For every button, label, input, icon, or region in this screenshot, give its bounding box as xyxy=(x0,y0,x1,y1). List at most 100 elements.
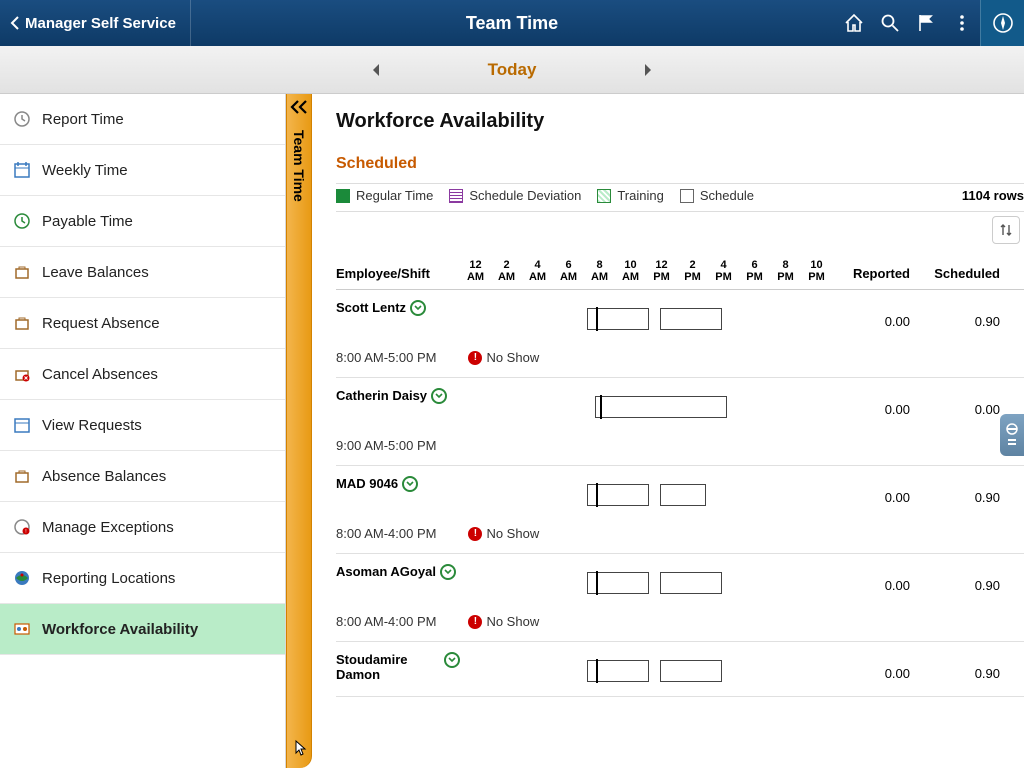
time-columns: 12AM2AM4AM6AM8AM10AM12PM2PM4PM6PM8PM10PM xyxy=(460,259,832,289)
grid-header: Employee/Shift 12AM2AM4AM6AM8AM10AM12PM2… xyxy=(336,212,1024,290)
menu-dots-icon[interactable] xyxy=(944,0,980,46)
sidebar-icon xyxy=(12,109,32,129)
bars-area xyxy=(460,392,832,420)
swatch-training-icon xyxy=(597,189,611,203)
sidebar-item-label: Cancel Absences xyxy=(42,366,158,383)
time-col-header: 4PM xyxy=(708,259,739,289)
schedule-bar xyxy=(660,660,722,682)
cursor-icon xyxy=(290,739,308,762)
sidebar-item-leave-balances[interactable]: Leave Balances xyxy=(0,247,285,298)
schedule-bar xyxy=(660,308,722,330)
time-col-header: 2AM xyxy=(491,259,522,289)
col-employee: Employee/Shift xyxy=(336,266,460,289)
row-action-icon[interactable] xyxy=(410,300,426,316)
schedule-bar xyxy=(587,308,649,330)
employee-name: Scott Lentz xyxy=(336,300,406,315)
sidebar-item-cancel-absences[interactable]: Cancel Absences xyxy=(0,349,285,400)
no-show-indicator: !No Show xyxy=(468,526,539,541)
sidebar-item-payable-time[interactable]: Payable Time xyxy=(0,196,285,247)
scheduled-value: 0.90 xyxy=(922,476,1012,508)
reported-value: 0.00 xyxy=(832,652,922,684)
time-col-header: 8PM xyxy=(770,259,801,289)
sidebar-icon: ! xyxy=(12,517,32,537)
schedule-bar xyxy=(587,484,649,506)
sidebar-item-view-requests[interactable]: View Requests xyxy=(0,400,285,451)
sidebar-item-label: Request Absence xyxy=(42,315,160,332)
sidebar-item-manage-exceptions[interactable]: ! Manage Exceptions xyxy=(0,502,285,553)
sidebar-item-label: Workforce Availability xyxy=(42,621,198,638)
side-panel-tab[interactable] xyxy=(1000,414,1024,456)
employee-row: Catherin Daisy0.000.009:00 AM-5:00 PM xyxy=(336,378,1024,466)
sidebar-item-label: Leave Balances xyxy=(42,264,149,281)
sidebar-item-absence-balances[interactable]: Absence Balances xyxy=(0,451,285,502)
alert-icon: ! xyxy=(468,615,482,629)
sidebar-icon xyxy=(12,415,32,435)
reported-value: 0.00 xyxy=(832,300,922,332)
collapse-rail[interactable]: Team Time xyxy=(286,94,312,768)
rows-count: 1104 rows xyxy=(962,188,1024,203)
page-title: Workforce Availability xyxy=(336,110,1024,133)
sidebar: Report TimeWeekly Time Payable Time Leave … xyxy=(0,94,286,768)
schedule-bar xyxy=(587,572,649,594)
scheduled-value: 0.90 xyxy=(922,300,1012,332)
row-action-icon[interactable] xyxy=(431,388,447,404)
compass-icon[interactable] xyxy=(980,0,1024,46)
sort-button[interactable] xyxy=(992,216,1020,244)
shift-text: 8:00 AM-4:00 PM xyxy=(336,526,436,541)
back-button[interactable]: Manager Self Service xyxy=(0,0,190,46)
divider xyxy=(190,0,191,46)
bars-area xyxy=(460,304,832,332)
sidebar-item-label: Payable Time xyxy=(42,213,133,230)
time-col-header: 2PM xyxy=(677,259,708,289)
schedule-bar xyxy=(660,484,706,506)
row-action-icon[interactable] xyxy=(402,476,418,492)
employee-name: Asoman AGoyal xyxy=(336,564,436,579)
legend-training: Training xyxy=(597,188,663,203)
prev-day-button[interactable] xyxy=(364,58,388,82)
sidebar-icon xyxy=(12,262,32,282)
sidebar-icon xyxy=(12,466,32,486)
employee-row: MAD 90460.000.908:00 AM-4:00 PM!No Show xyxy=(336,466,1024,554)
sidebar-icon xyxy=(12,619,32,639)
search-icon[interactable] xyxy=(872,0,908,46)
shift-text: 8:00 AM-5:00 PM xyxy=(336,350,436,365)
collapse-chevron-icon[interactable] xyxy=(289,100,309,117)
bars-area xyxy=(460,656,832,684)
swatch-deviation-icon xyxy=(449,189,463,203)
sidebar-item-weekly-time[interactable]: Weekly Time xyxy=(0,145,285,196)
data-rows: Scott Lentz0.000.908:00 AM-5:00 PM!No Sh… xyxy=(336,290,1024,697)
time-col-header: 4AM xyxy=(522,259,553,289)
alert-icon: ! xyxy=(468,351,482,365)
sidebar-item-workforce-availability[interactable]: Workforce Availability xyxy=(0,604,285,655)
sidebar-item-request-absence[interactable]: Request Absence xyxy=(0,298,285,349)
legend: Regular Time Schedule Deviation Training… xyxy=(336,183,1024,212)
flag-icon[interactable] xyxy=(908,0,944,46)
back-label: Manager Self Service xyxy=(25,15,176,32)
employee-name: Stoudamire Damon xyxy=(336,652,440,682)
legend-regular: Regular Time xyxy=(336,188,433,203)
scheduled-value: 0.90 xyxy=(922,652,1012,684)
section-title: Scheduled xyxy=(336,155,1024,173)
sidebar-item-report-time[interactable]: Report Time xyxy=(0,94,285,145)
sidebar-item-label: Absence Balances xyxy=(42,468,166,485)
main-content: Workforce Availability Scheduled Regular… xyxy=(312,94,1024,768)
sidebar-item-label: View Requests xyxy=(42,417,142,434)
time-col-header: 6PM xyxy=(739,259,770,289)
next-day-button[interactable] xyxy=(636,58,660,82)
home-icon[interactable] xyxy=(836,0,872,46)
sidebar-icon xyxy=(12,364,32,384)
time-col-header: 12PM xyxy=(646,259,677,289)
swatch-regular-icon xyxy=(336,189,350,203)
sidebar-item-label: Manage Exceptions xyxy=(42,519,174,536)
reported-value: 0.00 xyxy=(832,476,922,508)
page-banner-title: Team Time xyxy=(466,13,558,34)
row-action-icon[interactable] xyxy=(440,564,456,580)
employee-row: Asoman AGoyal0.000.908:00 AM-4:00 PM!No … xyxy=(336,554,1024,642)
shift-text: 8:00 AM-4:00 PM xyxy=(336,614,436,629)
legend-schedule: Schedule xyxy=(680,188,754,203)
reported-value: 0.00 xyxy=(832,564,922,596)
sidebar-item-reporting-locations[interactable]: Reporting Locations xyxy=(0,553,285,604)
bars-area xyxy=(460,568,832,596)
row-action-icon[interactable] xyxy=(444,652,460,668)
date-nav-bar: Today xyxy=(0,46,1024,94)
